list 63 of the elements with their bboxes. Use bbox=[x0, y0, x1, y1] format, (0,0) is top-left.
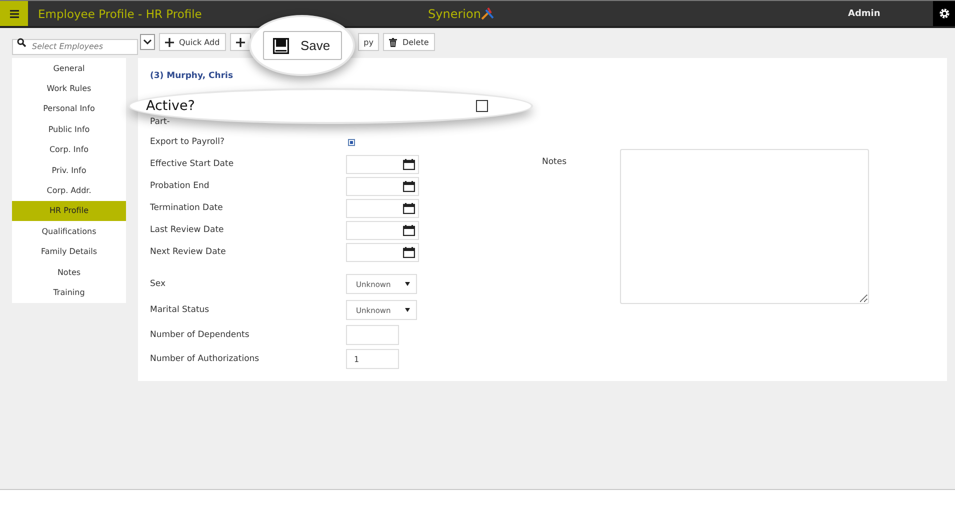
search-icon bbox=[17, 38, 26, 47]
plus-icon bbox=[236, 38, 245, 46]
field-label: Last Review Date bbox=[150, 225, 225, 235]
calendar-icon[interactable] bbox=[403, 224, 415, 236]
caret-icon bbox=[405, 282, 410, 286]
settings-icon bbox=[938, 8, 950, 19]
sidebar-item[interactable]: General bbox=[12, 58, 126, 78]
field-label: Part- bbox=[150, 117, 171, 127]
active-checkbox[interactable] bbox=[476, 100, 488, 112]
page-title: Employee Profile - HR Profile bbox=[38, 6, 203, 20]
notes-field[interactable] bbox=[620, 149, 869, 304]
sidebar-item[interactable]: Notes bbox=[12, 262, 126, 282]
number-field[interactable]: 1 bbox=[346, 349, 399, 369]
logo-icon bbox=[480, 6, 495, 20]
field-label: Effective Start Date bbox=[150, 159, 235, 169]
sidebar-item[interactable]: Qualifications bbox=[12, 221, 126, 242]
sidebar-item[interactable]: Training bbox=[12, 282, 126, 303]
field-label: Marital Status bbox=[150, 305, 210, 315]
date-field[interactable] bbox=[346, 154, 419, 174]
calendar-icon[interactable] bbox=[403, 202, 415, 214]
user-name[interactable]: Admin bbox=[848, 8, 891, 18]
sidebar-item[interactable]: HR Profile bbox=[12, 200, 126, 222]
calendar-icon[interactable] bbox=[403, 158, 415, 170]
calendar-icon[interactable] bbox=[403, 180, 415, 192]
employee-name: (3) Murphy, Chris bbox=[150, 71, 234, 81]
copy-button[interactable]: py bbox=[358, 33, 380, 51]
field-label: Probation End bbox=[150, 181, 210, 191]
sidebar-item[interactable]: Priv. Info bbox=[12, 160, 126, 180]
menu-icon bbox=[10, 10, 18, 18]
date-field[interactable] bbox=[346, 176, 419, 196]
date-field[interactable] bbox=[346, 242, 419, 262]
date-field[interactable] bbox=[346, 198, 419, 218]
field-label: Export to Payroll? bbox=[150, 137, 226, 147]
calendar-icon[interactable] bbox=[403, 246, 415, 258]
notes-label: Notes bbox=[542, 157, 568, 169]
sidebar-item[interactable]: Family Details bbox=[12, 242, 126, 262]
plus-icon bbox=[165, 38, 174, 46]
sidebar-item[interactable]: Corp. Info bbox=[12, 140, 126, 160]
sidebar-item[interactable]: Personal Info bbox=[12, 98, 126, 120]
sidebar-item[interactable]: Corp. Addr. bbox=[12, 180, 126, 201]
menu-button[interactable] bbox=[0, 1, 28, 26]
add-button[interactable] bbox=[230, 33, 251, 51]
delete-button[interactable]: Delete bbox=[383, 33, 435, 51]
field-label: Number of Dependents bbox=[150, 330, 250, 340]
field-label: Number of Authorizations bbox=[150, 354, 260, 364]
sidebar-item[interactable]: Work Rules bbox=[12, 78, 126, 99]
logo-text: Synerion bbox=[428, 6, 481, 20]
caret-icon bbox=[405, 308, 410, 312]
checkbox[interactable] bbox=[348, 138, 355, 146]
field-label: Sex bbox=[150, 279, 167, 289]
save-button[interactable]: Save bbox=[262, 31, 342, 60]
settings-button[interactable] bbox=[933, 1, 955, 26]
field-label: Next Review Date bbox=[150, 247, 227, 257]
employee-search-field[interactable]: Select Employees bbox=[12, 38, 138, 54]
active-label: Active? bbox=[146, 98, 196, 114]
trash-icon bbox=[389, 38, 398, 46]
date-field[interactable] bbox=[346, 220, 419, 240]
quick-add-button[interactable]: Quick Add bbox=[159, 33, 226, 51]
dropdown-button[interactable] bbox=[140, 34, 155, 50]
field-label: Termination Date bbox=[150, 203, 224, 213]
chevron-icon bbox=[143, 39, 152, 45]
sidebar-item[interactable]: Public Info bbox=[12, 119, 126, 140]
number-field[interactable] bbox=[346, 325, 399, 345]
